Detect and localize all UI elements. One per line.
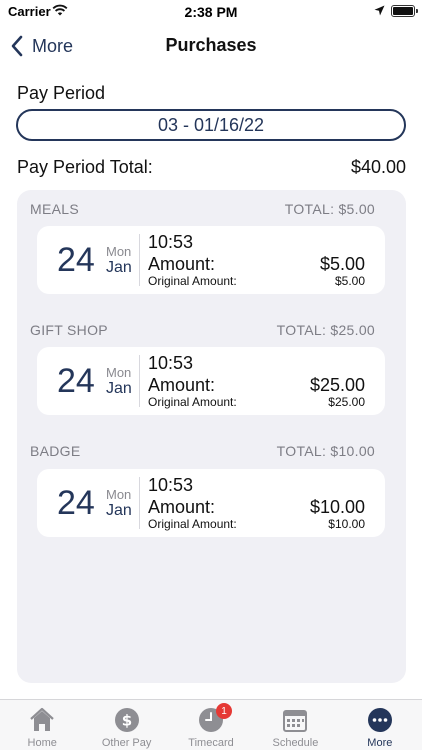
original-amount-label: Original Amount: bbox=[148, 395, 237, 409]
purchase-time: 10:53 bbox=[148, 353, 194, 373]
category-name: BADGE bbox=[30, 443, 81, 459]
purchase-time: 10:53 bbox=[148, 232, 194, 252]
amount-label: Amount: bbox=[148, 375, 216, 395]
purchase-weekday: Mon bbox=[106, 244, 132, 259]
original-amount-label: Original Amount: bbox=[148, 517, 237, 531]
card-divider bbox=[139, 355, 140, 407]
status-bar: Carrier 2:38 PM bbox=[0, 0, 422, 24]
purchase-day: 24 bbox=[57, 362, 95, 400]
tab-timecard[interactable]: 1 Timecard bbox=[169, 700, 253, 750]
navigation-bar: More Purchases bbox=[0, 24, 422, 68]
timecard-icon-wrap: 1 bbox=[197, 703, 233, 734]
tab-more[interactable]: More bbox=[338, 700, 422, 750]
calendar-icon bbox=[283, 710, 308, 732]
amount-value: $10.00 bbox=[309, 497, 365, 517]
status-time: 2:38 PM bbox=[184, 4, 238, 20]
card-divider bbox=[139, 234, 140, 286]
amount-value: $25.00 bbox=[309, 375, 365, 395]
category-total: TOTAL: $25.00 bbox=[276, 322, 375, 338]
purchase-month: Jan bbox=[106, 380, 132, 397]
category-total: TOTAL: $5.00 bbox=[284, 201, 375, 217]
notification-badge: 1 bbox=[216, 703, 233, 719]
pay-period-label: Pay Period bbox=[17, 83, 106, 103]
home-icon bbox=[30, 707, 54, 731]
original-amount-value: $25.00 bbox=[328, 395, 365, 409]
amount-label: Amount: bbox=[148, 254, 216, 274]
category-header-gift-shop: GIFT SHOP TOTAL: $25.00 bbox=[30, 322, 375, 338]
tab-schedule[interactable]: Schedule bbox=[253, 700, 337, 750]
tab-bar: Home $ Other Pay 1 Timecard Schedule Mor… bbox=[0, 699, 422, 750]
svg-text:$: $ bbox=[121, 712, 131, 730]
category-total: TOTAL: $10.00 bbox=[276, 443, 375, 459]
more-icon bbox=[367, 708, 392, 732]
pay-period-total-value: $40.00 bbox=[350, 157, 406, 177]
purchase-month: Jan bbox=[106, 502, 132, 519]
category-header-badge: BADGE TOTAL: $10.00 bbox=[30, 443, 375, 459]
tab-other-pay[interactable]: $ Other Pay bbox=[84, 700, 168, 750]
page-title: Purchases bbox=[165, 35, 257, 55]
purchase-card[interactable]: 24 Mon Jan 10:53 Amount: $5.00 Original … bbox=[37, 226, 385, 294]
amount-value: $5.00 bbox=[319, 254, 365, 274]
category-name: MEALS bbox=[30, 201, 79, 217]
tab-label: Other Pay bbox=[101, 737, 152, 749]
original-amount-value: $5.00 bbox=[334, 274, 365, 288]
card-divider bbox=[139, 477, 140, 529]
location-arrow-icon bbox=[374, 5, 385, 16]
tab-label: Home bbox=[27, 737, 57, 749]
category-header-meals: MEALS TOTAL: $5.00 bbox=[30, 201, 375, 217]
tab-label: Timecard bbox=[188, 737, 234, 749]
purchase-weekday: Mon bbox=[106, 487, 132, 502]
pay-period-selector[interactable]: 03 - 01/16/22 bbox=[16, 109, 406, 141]
purchase-day: 24 bbox=[57, 484, 95, 522]
purchase-day: 24 bbox=[57, 241, 95, 279]
original-amount-value: $10.00 bbox=[328, 517, 365, 531]
amount-label: Amount: bbox=[148, 497, 216, 517]
tab-label: More bbox=[367, 737, 393, 749]
tab-home[interactable]: Home bbox=[0, 700, 84, 750]
pay-period-total-label: Pay Period Total: bbox=[17, 157, 153, 177]
pay-period-total-row: Pay Period Total: $40.00 bbox=[17, 157, 406, 178]
pay-period-value: 03 - 01/16/22 bbox=[157, 114, 265, 135]
purchase-card[interactable]: 24 Mon Jan 10:53 Amount: $25.00 Original… bbox=[37, 347, 385, 415]
purchase-card[interactable]: 24 Mon Jan 10:53 Amount: $10.00 Original… bbox=[37, 469, 385, 537]
purchase-time: 10:53 bbox=[148, 475, 194, 495]
purchase-month: Jan bbox=[106, 259, 132, 276]
battery-icon bbox=[391, 5, 418, 17]
original-amount-label: Original Amount: bbox=[148, 274, 237, 288]
dollar-icon: $ bbox=[114, 708, 139, 732]
category-name: GIFT SHOP bbox=[30, 322, 108, 338]
tab-label: Schedule bbox=[272, 737, 319, 749]
purchase-weekday: Mon bbox=[106, 365, 132, 380]
